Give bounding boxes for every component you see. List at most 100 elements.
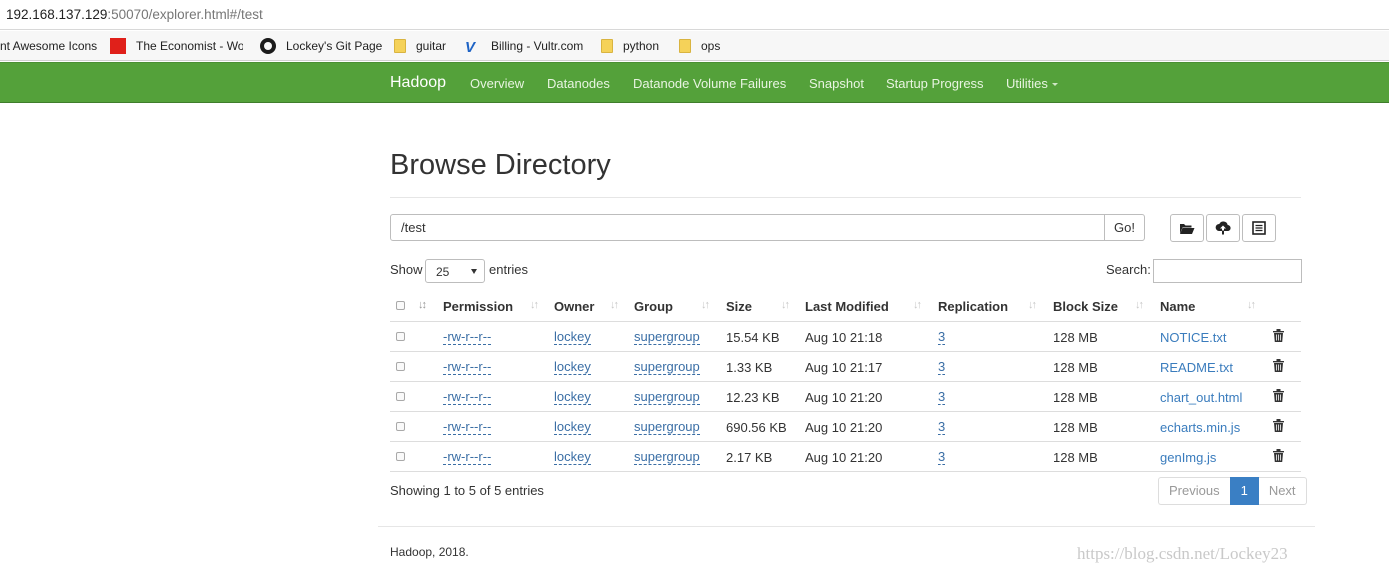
group-link[interactable]: supergroup	[634, 450, 700, 465]
replication-link[interactable]: 3	[938, 360, 946, 375]
col-block-size[interactable]: Block Size	[1053, 299, 1118, 314]
bookmark-git-page[interactable]: Lockey's Git Page	[260, 38, 382, 54]
block-size-cell: 128 MB	[1053, 390, 1098, 405]
entries-select-value: 25	[436, 265, 450, 279]
select-all-checkbox[interactable]	[396, 301, 405, 310]
nav-overview[interactable]: Overview	[470, 76, 524, 91]
nav-startup-progress[interactable]: Startup Progress	[886, 76, 984, 91]
bookmark-label: Lockey's Git Page	[286, 39, 383, 53]
cut-paste-button[interactable]	[1242, 214, 1276, 242]
table-row[interactable]: -rw-r--r-- lockey supergroup 1.33 KB Aug…	[390, 352, 1301, 382]
row-checkbox[interactable]	[396, 392, 405, 401]
sort-icon[interactable]: ↓↕	[418, 299, 427, 311]
nav-datanode-volume-failures[interactable]: Datanode Volume Failures	[633, 76, 786, 91]
file-name-link[interactable]: chart_out.html	[1160, 390, 1242, 405]
size-cell: 1.33 KB	[726, 360, 773, 375]
col-replication[interactable]: Replication	[938, 299, 1008, 314]
red-square-icon	[110, 38, 126, 54]
replication-link[interactable]: 3	[938, 420, 946, 435]
replication-link[interactable]: 3	[938, 390, 946, 405]
trash-icon[interactable]	[1273, 389, 1284, 402]
group-link[interactable]: supergroup	[634, 420, 700, 435]
url-text[interactable]: 192.168.137.129:50070/explorer.html#/tes…	[6, 7, 263, 22]
owner-link[interactable]: lockey	[554, 330, 591, 345]
group-link[interactable]: supergroup	[634, 360, 700, 375]
permission-link[interactable]: -rw-r--r--	[443, 450, 492, 465]
file-name-link[interactable]: NOTICE.txt	[1160, 330, 1226, 345]
block-size-cell: 128 MB	[1053, 450, 1098, 465]
group-link[interactable]: supergroup	[634, 390, 700, 405]
go-button[interactable]: Go!	[1104, 214, 1145, 241]
owner-link[interactable]: lockey	[554, 420, 591, 435]
bookmark-python[interactable]: python	[601, 38, 659, 54]
bookmark-font-awesome[interactable]: nt Awesome Icons	[0, 38, 97, 54]
sort-icon[interactable]: ↓↑	[530, 299, 539, 311]
col-last-modified[interactable]: Last Modified	[805, 299, 889, 314]
replication-link[interactable]: 3	[938, 330, 946, 345]
sort-icon[interactable]: ↓↑	[1247, 299, 1256, 311]
group-link[interactable]: supergroup	[634, 330, 700, 345]
modified-cell: Aug 10 21:20	[805, 390, 883, 405]
file-name-link[interactable]: genImg.js	[1160, 450, 1216, 465]
replication-link[interactable]: 3	[938, 450, 946, 465]
upload-button[interactable]	[1206, 214, 1240, 242]
sort-icon[interactable]: ↓↑	[913, 299, 922, 311]
sort-icon[interactable]: ↓↑	[1135, 299, 1144, 311]
table-row[interactable]: -rw-r--r-- lockey supergroup 2.17 KB Aug…	[390, 442, 1301, 472]
owner-link[interactable]: lockey	[554, 450, 591, 465]
sort-icon[interactable]: ↓↑	[701, 299, 710, 311]
file-name-link[interactable]: README.txt	[1160, 360, 1233, 375]
create-directory-button[interactable]	[1170, 214, 1204, 242]
table-header: ↓↕ Permission ↓↑ Owner ↓↑ Group ↓↑ Size …	[390, 291, 1301, 322]
bookmark-ops[interactable]: ops	[679, 38, 720, 54]
sort-icon[interactable]: ↓↑	[1028, 299, 1037, 311]
previous-page-button[interactable]: Previous	[1158, 477, 1230, 505]
trash-icon[interactable]	[1273, 419, 1284, 432]
address-bar[interactable]: 192.168.137.129:50070/explorer.html#/tes…	[0, 0, 1389, 30]
next-page-button[interactable]: Next	[1258, 477, 1307, 505]
col-owner[interactable]: Owner	[554, 299, 594, 314]
bookmark-guitar[interactable]: guitar	[394, 38, 446, 54]
nav-utilities[interactable]: Utilities	[1006, 76, 1058, 91]
trash-icon[interactable]	[1273, 449, 1284, 462]
table-row[interactable]: -rw-r--r-- lockey supergroup 690.56 KB A…	[390, 412, 1301, 442]
sort-icon[interactable]: ↓↑	[781, 299, 790, 311]
trash-icon[interactable]	[1273, 359, 1284, 372]
permission-link[interactable]: -rw-r--r--	[443, 390, 492, 405]
col-name[interactable]: Name	[1160, 299, 1195, 314]
navbar-brand[interactable]: Hadoop	[390, 74, 446, 92]
permission-link[interactable]: -rw-r--r--	[443, 420, 492, 435]
bookmark-label: ops	[701, 39, 721, 53]
owner-link[interactable]: lockey	[554, 360, 591, 375]
permission-link[interactable]: -rw-r--r--	[443, 360, 492, 375]
col-size[interactable]: Size	[726, 299, 752, 314]
bookmark-vultr[interactable]: V Billing - Vultr.com	[465, 38, 583, 56]
directory-path-input[interactable]	[390, 214, 1105, 241]
row-checkbox[interactable]	[396, 452, 405, 461]
row-checkbox[interactable]	[396, 422, 405, 431]
row-checkbox[interactable]	[396, 362, 405, 371]
table-row[interactable]: -rw-r--r-- lockey supergroup 15.54 KB Au…	[390, 322, 1301, 352]
trash-icon[interactable]	[1273, 329, 1284, 342]
bookmark-economist[interactable]: The Economist - Wo	[110, 38, 243, 54]
row-checkbox[interactable]	[396, 332, 405, 341]
page-title: Browse Directory	[390, 149, 611, 181]
table-row[interactable]: -rw-r--r-- lockey supergroup 12.23 KB Au…	[390, 382, 1301, 412]
page-1-button[interactable]: 1	[1229, 477, 1259, 505]
nav-snapshot[interactable]: Snapshot	[809, 76, 864, 91]
folder-open-icon	[1180, 223, 1195, 234]
search-input[interactable]	[1153, 259, 1302, 283]
owner-link[interactable]: lockey	[554, 390, 591, 405]
show-label: Show	[390, 262, 423, 277]
github-icon	[260, 38, 276, 54]
col-permission[interactable]: Permission	[443, 299, 513, 314]
permission-link[interactable]: -rw-r--r--	[443, 330, 492, 345]
entries-per-page-select[interactable]: 25	[425, 259, 485, 283]
vultr-icon: V	[465, 39, 476, 56]
sort-icon[interactable]: ↓↑	[610, 299, 619, 311]
folder-icon	[679, 39, 691, 53]
file-name-link[interactable]: echarts.min.js	[1160, 420, 1240, 435]
modified-cell: Aug 10 21:20	[805, 420, 883, 435]
col-group[interactable]: Group	[634, 299, 673, 314]
nav-datanodes[interactable]: Datanodes	[547, 76, 610, 91]
